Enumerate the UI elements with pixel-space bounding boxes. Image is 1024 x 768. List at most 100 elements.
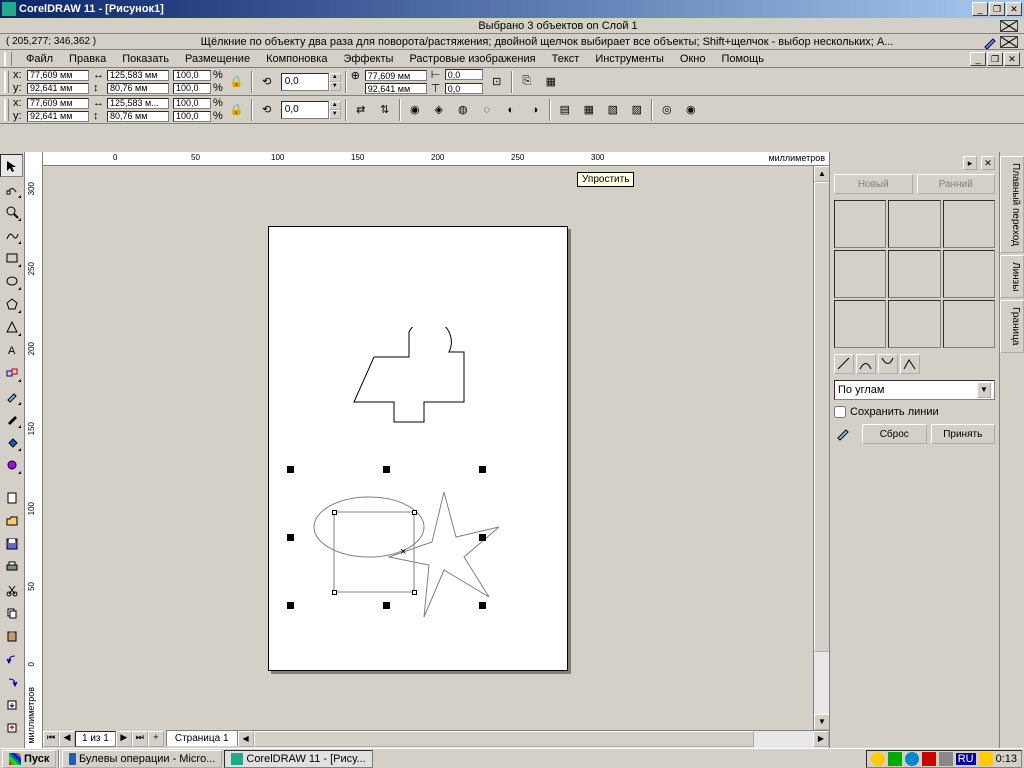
lock-ratio-button[interactable]: 🔒 (227, 72, 247, 92)
zoom-tool[interactable] (0, 200, 23, 223)
basic-shapes-tool[interactable] (0, 315, 23, 338)
copy-button[interactable] (0, 601, 23, 624)
blend-mode-2[interactable] (856, 354, 876, 374)
ellipse-tool[interactable] (0, 269, 23, 292)
menubar-grip[interactable] (4, 52, 12, 66)
preset-cell[interactable] (888, 250, 940, 298)
taskbar-task-word[interactable]: Булевы операции - Micro... (62, 750, 222, 768)
cut-button[interactable] (0, 578, 23, 601)
front-minus-back-button[interactable]: ◐ (501, 100, 521, 120)
shape-tool[interactable] (0, 177, 23, 200)
rot-down[interactable]: ▼ (329, 82, 341, 91)
rot-up[interactable]: ▲ (329, 73, 341, 82)
tray-icon-6[interactable] (979, 752, 993, 766)
propbar2-grip[interactable] (4, 99, 9, 121)
freehand-tool[interactable] (0, 223, 23, 246)
break-apart-button[interactable]: ◉ (681, 100, 701, 120)
sel-handle-tc[interactable] (383, 466, 390, 473)
apply-button[interactable]: ▦ (541, 72, 561, 92)
paste-button[interactable] (0, 624, 23, 647)
close-button[interactable]: ✕ (1006, 2, 1022, 16)
first-page-button[interactable]: ⏮ (43, 731, 59, 747)
rotation-input[interactable] (281, 73, 329, 91)
preset-cell[interactable] (888, 200, 940, 248)
maximize-button[interactable]: ❐ (989, 2, 1005, 16)
scale-y-input[interactable] (173, 83, 211, 94)
scrollbar-vertical[interactable]: ▲ ▼ (813, 166, 829, 730)
scrollbar-horizontal[interactable]: ◀ ▶ (238, 730, 829, 748)
ruler-vertical[interactable]: 300250200150100500 миллиметров (25, 152, 43, 748)
docker-expand-button[interactable]: ▸ (963, 156, 977, 170)
apply-docker-button[interactable]: Принять (931, 424, 996, 444)
blend-tool[interactable] (0, 361, 23, 384)
menu-view[interactable]: Показать (114, 52, 177, 66)
menu-bitmaps[interactable]: Растровые изображения (401, 52, 543, 66)
save-button[interactable] (0, 532, 23, 555)
tray-icon-4[interactable] (922, 752, 936, 766)
sel-handle-bl[interactable] (287, 602, 294, 609)
scale-x-input-2[interactable] (173, 98, 211, 109)
center-x-input[interactable] (365, 70, 427, 81)
trim-button[interactable]: ◈ (429, 100, 449, 120)
scale-y-input-2[interactable] (173, 111, 211, 122)
center-y-input[interactable] (365, 83, 427, 94)
tray-icon-3[interactable] (905, 752, 919, 766)
menu-layout[interactable]: Компоновка (258, 52, 335, 66)
width-input-2[interactable] (107, 98, 169, 109)
rot-down-2[interactable]: ▼ (329, 110, 341, 119)
tray-icon-2[interactable] (888, 752, 902, 766)
open-doc-button[interactable] (0, 509, 23, 532)
ruler-horizontal[interactable]: 050100150200250300 миллиметров (43, 152, 829, 166)
text-tool[interactable]: A (0, 338, 23, 361)
height-input-2[interactable] (107, 111, 169, 122)
mdi-restore-button[interactable]: ❐ (987, 52, 1003, 66)
blend-mode-1[interactable] (834, 354, 854, 374)
weld-button[interactable]: ◉ (405, 100, 425, 120)
rotation-input-2[interactable] (281, 101, 329, 119)
pos-y-input-2[interactable] (27, 111, 89, 122)
import-button[interactable] (0, 693, 23, 716)
blend-mode-4[interactable] (900, 354, 920, 374)
scale-x-input[interactable] (173, 70, 211, 81)
eyedropper-docker-button[interactable] (834, 424, 858, 444)
docker-tab-boundary[interactable]: Граница (1000, 300, 1024, 352)
start-button[interactable]: Пуск (2, 750, 56, 768)
welded-shape[interactable] (349, 327, 489, 427)
pos-x-input-2[interactable] (27, 98, 89, 109)
selected-shapes[interactable]: × (294, 482, 514, 642)
preset-cell[interactable] (943, 250, 995, 298)
docker-close-button[interactable]: ✕ (981, 156, 995, 170)
clock[interactable]: 0:13 (996, 753, 1017, 765)
prev-page-button[interactable]: ◀ (59, 731, 75, 747)
polygon-tool[interactable] (0, 292, 23, 315)
print-button[interactable] (0, 555, 23, 578)
scroll-right-button[interactable]: ▶ (813, 731, 829, 747)
docker-tab-lens[interactable]: Линзы (1000, 255, 1024, 298)
taskbar-task-coreldraw[interactable]: CorelDRAW 11 - [Рису... (224, 750, 372, 768)
sel-handle-bc[interactable] (383, 602, 390, 609)
language-indicator[interactable]: RU (956, 753, 976, 765)
preset-cell[interactable] (943, 300, 995, 348)
mirror-v-button[interactable]: ⇅ (375, 100, 395, 120)
menu-edit[interactable]: Правка (61, 52, 114, 66)
docker-prev-button[interactable]: Ранний (917, 174, 996, 194)
simplify-button[interactable]: ◌ (477, 100, 497, 120)
ungroup-all-button[interactable]: ▨ (627, 100, 647, 120)
sel-handle-br[interactable] (479, 602, 486, 609)
menu-tools[interactable]: Инструменты (587, 52, 672, 66)
menu-effects[interactable]: Эффекты (335, 52, 401, 66)
scroll-h-thumb[interactable] (254, 731, 754, 747)
tray-icon-1[interactable] (871, 752, 885, 766)
relative-position-button[interactable]: ⊡ (487, 72, 507, 92)
preset-cell[interactable] (834, 200, 886, 248)
docker-tab-blend[interactable]: Плавный переход (1000, 156, 1024, 253)
tray-icon-5[interactable] (939, 752, 953, 766)
combine-button[interactable]: ◎ (657, 100, 677, 120)
new-doc-button[interactable] (0, 486, 23, 509)
lock-ratio-button-2[interactable]: 🔒 (227, 100, 247, 120)
scroll-left-button[interactable]: ◀ (238, 731, 254, 747)
offset-y-input[interactable] (445, 83, 483, 94)
mdi-minimize-button[interactable]: _ (970, 52, 986, 66)
menu-text[interactable]: Текст (544, 52, 588, 66)
mdi-close-button[interactable]: ✕ (1004, 52, 1020, 66)
